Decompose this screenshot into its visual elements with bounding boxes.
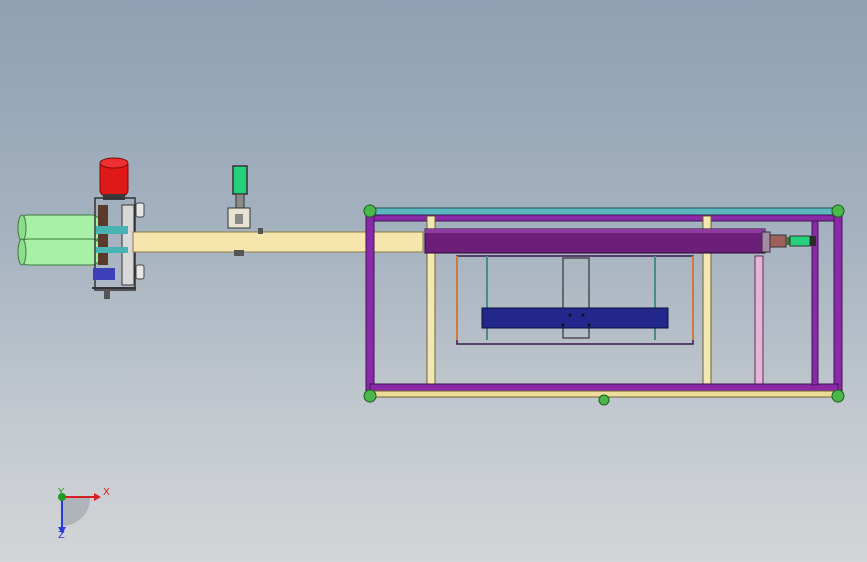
graphics-viewport[interactable]: X Y Z xyxy=(0,0,867,562)
actuator-block xyxy=(235,214,243,224)
corner-foot-br xyxy=(831,389,845,403)
feed-barrel-upper[interactable] xyxy=(19,214,101,242)
motor-flange xyxy=(103,194,125,200)
triad-x-arrow xyxy=(94,493,101,501)
bearing-block xyxy=(93,268,115,280)
corner-foot-bl xyxy=(363,389,377,403)
frame-right-column xyxy=(754,255,764,387)
actuator-foot xyxy=(234,250,244,256)
coordinate-triad xyxy=(58,493,101,534)
corner-foot-mid xyxy=(598,394,610,406)
corner-foot-tl xyxy=(363,204,377,218)
cross-beam-assembly[interactable] xyxy=(424,228,771,254)
corner-foot-tr xyxy=(831,204,845,218)
actuator-coil xyxy=(232,165,248,195)
feed-barrel-assembly[interactable] xyxy=(17,214,101,266)
mold-assembly[interactable] xyxy=(456,255,694,345)
actuator-stem xyxy=(235,193,245,209)
cylinder-body xyxy=(769,234,787,248)
platen-bolt-3 xyxy=(561,323,565,327)
mold-frame xyxy=(456,255,694,345)
support-pin-lower xyxy=(135,264,145,280)
triad-y-label: Y xyxy=(58,487,65,498)
drive-assembly[interactable] xyxy=(92,157,145,299)
feed-barrel-lower[interactable] xyxy=(19,238,101,266)
motor-cap xyxy=(99,157,129,169)
cross-beam-end-cap xyxy=(761,231,771,253)
triad-x-label: X xyxy=(103,487,110,498)
frame-left-post xyxy=(365,209,375,397)
coupling-teal xyxy=(96,226,128,234)
frame-top-rail-purple xyxy=(371,214,839,222)
bracket-foot xyxy=(104,289,110,299)
feed-beam[interactable] xyxy=(132,231,424,253)
frame-top-rail xyxy=(367,207,841,216)
frame-bottom-rail xyxy=(369,383,839,392)
support-pin xyxy=(135,202,145,218)
barrel-lower-end xyxy=(17,238,27,266)
triad-z-label: Z xyxy=(58,530,65,541)
actuator-side-nut xyxy=(258,228,263,234)
cylinder-cap xyxy=(810,236,816,246)
bracket-plate-right xyxy=(121,204,135,286)
platen[interactable] xyxy=(481,307,669,329)
platen-bolt-2 xyxy=(581,313,585,317)
cylinder-rod xyxy=(786,237,790,245)
platen-bolt-4 xyxy=(587,323,591,327)
machine-model[interactable] xyxy=(0,0,867,562)
cylinder-green xyxy=(789,235,811,247)
barrel-upper-end xyxy=(17,214,27,242)
coupling-teal-lower xyxy=(96,247,128,253)
triad-shadow xyxy=(62,498,90,526)
bracket-plate xyxy=(98,205,108,265)
side-cylinder[interactable] xyxy=(769,234,816,248)
platen-bolt-1 xyxy=(568,313,572,317)
cross-beam-top-strip xyxy=(425,229,765,233)
frame-right-post xyxy=(833,209,843,397)
